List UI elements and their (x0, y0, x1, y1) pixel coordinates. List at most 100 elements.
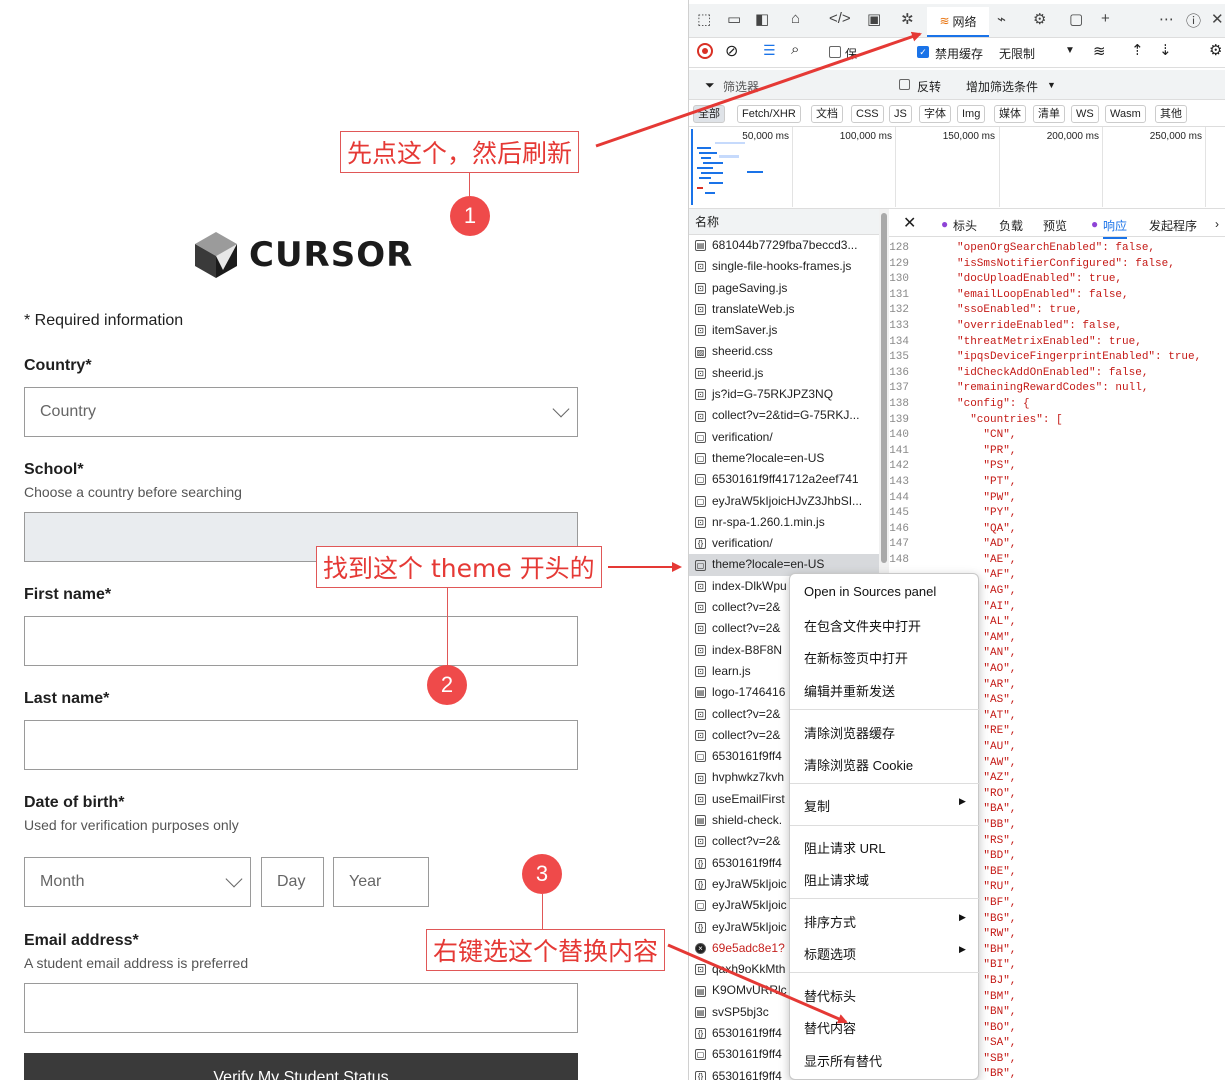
sidebar-icon[interactable]: ◧ (755, 10, 769, 28)
request-row[interactable]: ▢ eyJraW5kIjoicHJvZ3JhbSI... (689, 491, 879, 512)
request-row[interactable]: ⊡ itemSaver.js (689, 320, 879, 341)
last-name-input[interactable] (24, 720, 578, 770)
more-filters-dropdown[interactable]: 增加筛选条件 (966, 78, 1038, 95)
month-select[interactable]: Month (24, 857, 251, 907)
request-row[interactable]: ⊡ sheerid.js (689, 363, 879, 384)
request-row[interactable]: ▨ sheerid.css (689, 341, 879, 362)
type-filter-other[interactable]: 其他 (1155, 105, 1187, 123)
request-row[interactable]: {} verification/ (689, 533, 879, 554)
tab-initiator[interactable]: 发起程序 (1149, 217, 1197, 234)
country-select[interactable]: Country (24, 387, 578, 437)
request-name: eyJraW5kIjoicHJvZ3JhbSI... (712, 493, 863, 508)
home-icon[interactable]: ⌂ (791, 10, 800, 27)
menu-item-clear-cache[interactable]: 清除浏览器缓存 (804, 723, 895, 742)
timeline-overview[interactable]: 50,000 ms 100,000 ms 150,000 ms 200,000 … (689, 127, 1225, 209)
filter-input[interactable]: 筛选器 (723, 78, 759, 95)
tab-response[interactable]: 响应 (1103, 217, 1128, 239)
code-line: 139 "countries": [ (889, 413, 1225, 429)
email-input[interactable] (24, 983, 578, 1033)
performance-icon[interactable]: ⌁ (997, 10, 1006, 28)
type-filter-ws[interactable]: WS (1071, 105, 1099, 123)
request-row[interactable]: ⊡ pageSaving.js (689, 278, 879, 299)
throttle-chevron-icon[interactable]: ▼ (1065, 45, 1075, 56)
type-filter-js[interactable]: JS (889, 105, 912, 123)
upload-icon[interactable]: ⇡ (1131, 41, 1144, 59)
clear-icon[interactable]: ⊘ (725, 41, 738, 61)
tab-payload[interactable]: 负载 (999, 217, 1023, 234)
type-filter-media[interactable]: 媒体 (994, 105, 1026, 123)
menu-item-show-all-overrides[interactable]: 显示所有替代 (804, 1051, 882, 1070)
search-icon[interactable]: ⌕ (791, 41, 799, 58)
request-row[interactable]: ▢ theme?locale=en-US (689, 448, 879, 469)
type-filter-manifest[interactable]: 清单 (1033, 105, 1065, 123)
menu-item-open-folder[interactable]: 在包含文件夹中打开 (804, 616, 921, 635)
request-row[interactable]: ▢ verification/ (689, 427, 879, 448)
record-icon[interactable] (697, 43, 713, 59)
close-icon[interactable]: ✕ (1211, 10, 1224, 28)
application-icon[interactable]: ▢ (1069, 10, 1083, 28)
menu-item-block-domain[interactable]: 阻止请求域 (804, 870, 869, 889)
menu-item-sort-by[interactable]: 排序方式 ▶ (804, 912, 966, 931)
invert-label: 反转 (917, 80, 942, 94)
more-icon[interactable]: ⋯ (1159, 10, 1174, 28)
verify-student-button[interactable]: Verify My Student Status (24, 1053, 578, 1080)
file-type-icon: ▢ (695, 1049, 706, 1061)
request-row[interactable]: ▢ 6530161f9ff41712a2eef741 (689, 469, 879, 490)
request-row[interactable]: ⊡ collect?v=2&tid=G-75RKJ... (689, 405, 879, 426)
throttle-select[interactable]: 无限制 (999, 45, 1035, 62)
menu-item-override-headers[interactable]: 替代标头 (804, 986, 856, 1005)
tab-network[interactable]: ≋ 网络 (927, 7, 989, 37)
first-name-input[interactable] (24, 616, 578, 666)
name-column-header[interactable]: 名称 (689, 209, 879, 235)
filter-clear-icon[interactable]: ☰ (763, 42, 776, 59)
menu-item-edit-resend[interactable]: 编辑并重新发送 (804, 681, 895, 700)
settings-icon[interactable]: ⚙ (1209, 41, 1222, 59)
menu-item-clear-cookies[interactable]: 清除浏览器 Cookie (804, 755, 913, 774)
school-label: School* (24, 461, 84, 478)
type-filter-font[interactable]: 字体 (919, 105, 951, 123)
gear-icon[interactable]: ⚙ (1033, 10, 1046, 28)
elements-icon[interactable]: </> (829, 10, 851, 27)
file-type-icon: ▢ (695, 900, 706, 912)
line-number: 137 (889, 382, 909, 395)
invert-checkbox[interactable] (899, 79, 910, 90)
request-row[interactable]: ▤ 681044b7729fba7beccd3... (689, 235, 879, 256)
request-row[interactable]: ⊡ single-file-hooks-frames.js (689, 256, 879, 277)
filter-bar: ⏷ 筛选器 反转 增加筛选条件 ▼ (689, 70, 1225, 100)
help-icon[interactable]: ⓘ (1186, 10, 1201, 31)
type-filter-doc[interactable]: 文档 (811, 105, 843, 123)
disable-cache-checkbox[interactable]: ✓ (917, 46, 929, 58)
request-row[interactable]: ⊡ translateWeb.js (689, 299, 879, 320)
tab-headers[interactable]: 标头 (953, 217, 977, 234)
menu-item-copy[interactable]: 复制 ▶ (804, 796, 966, 815)
bug-icon[interactable]: ✲ (901, 10, 914, 28)
add-tab-icon[interactable]: + (1101, 10, 1110, 27)
menu-item-open-sources[interactable]: Open in Sources panel (804, 584, 936, 599)
chevron-right-icon: ▶ (959, 912, 966, 922)
type-filter-css[interactable]: CSS (851, 105, 884, 123)
menu-item-override-content[interactable]: 替代内容 (804, 1018, 856, 1037)
menu-item-open-new-tab[interactable]: 在新标签页中打开 (804, 648, 908, 667)
console-icon[interactable]: ▣ (867, 10, 881, 28)
type-filter-all[interactable]: 全部 (693, 105, 725, 123)
tab-preview[interactable]: 预览 (1043, 217, 1067, 234)
day-input[interactable]: Day (261, 857, 324, 907)
type-filter-img[interactable]: Img (957, 105, 986, 123)
network-conditions-icon[interactable]: ≋ (1093, 42, 1106, 60)
scrollbar-thumb[interactable] (881, 213, 887, 563)
preserve-log-checkbox[interactable] (829, 46, 841, 58)
request-row[interactable]: ⊡ nr-spa-1.260.1.min.js (689, 512, 879, 533)
request-row[interactable]: ⊡ js?id=G-75RKJPZ3NQ (689, 384, 879, 405)
year-input[interactable]: Year (333, 857, 429, 907)
download-icon[interactable]: ⇣ (1159, 41, 1172, 59)
close-icon[interactable]: ✕ (903, 213, 916, 233)
menu-item-block-url[interactable]: 阻止请求 URL (804, 838, 886, 857)
type-filter-fetch[interactable]: Fetch/XHR (737, 105, 801, 123)
device-toggle-icon[interactable]: ▭ (727, 10, 741, 28)
chevron-right-icon[interactable]: › (1215, 217, 1219, 231)
type-filter-wasm[interactable]: Wasm (1105, 105, 1146, 123)
request-name: 681044b7729fba7beccd3... (712, 238, 858, 252)
request-name: collect?v=2& (712, 600, 781, 615)
menu-item-header-options[interactable]: 标题选项 ▶ (804, 944, 966, 963)
inspect-icon[interactable]: ⬚ (697, 10, 711, 28)
